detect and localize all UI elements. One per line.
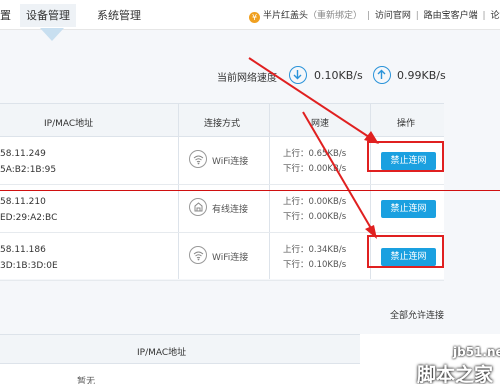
allow-all-link[interactable]: 全部允许连接 — [390, 308, 444, 321]
router-admin-page: 置 设备管理 系统管理 ¥ 半片红盖头（重新绑定） | 访问官网 | 路由宝客户端… — [0, 0, 500, 384]
watermark-url: jb51.net — [453, 345, 500, 359]
empty-placeholder: 暂无 — [77, 377, 96, 384]
watermark-text: 脚本之家 — [417, 364, 494, 384]
blocked-table-header: IP/MAC地址 — [0, 334, 360, 364]
watermark: jb51.net 脚本之家 — [395, 343, 500, 384]
annotation-arrow — [248, 57, 379, 239]
col-ipmac: IP/MAC地址 — [137, 348, 187, 358]
annotation-line — [0, 190, 500, 191]
